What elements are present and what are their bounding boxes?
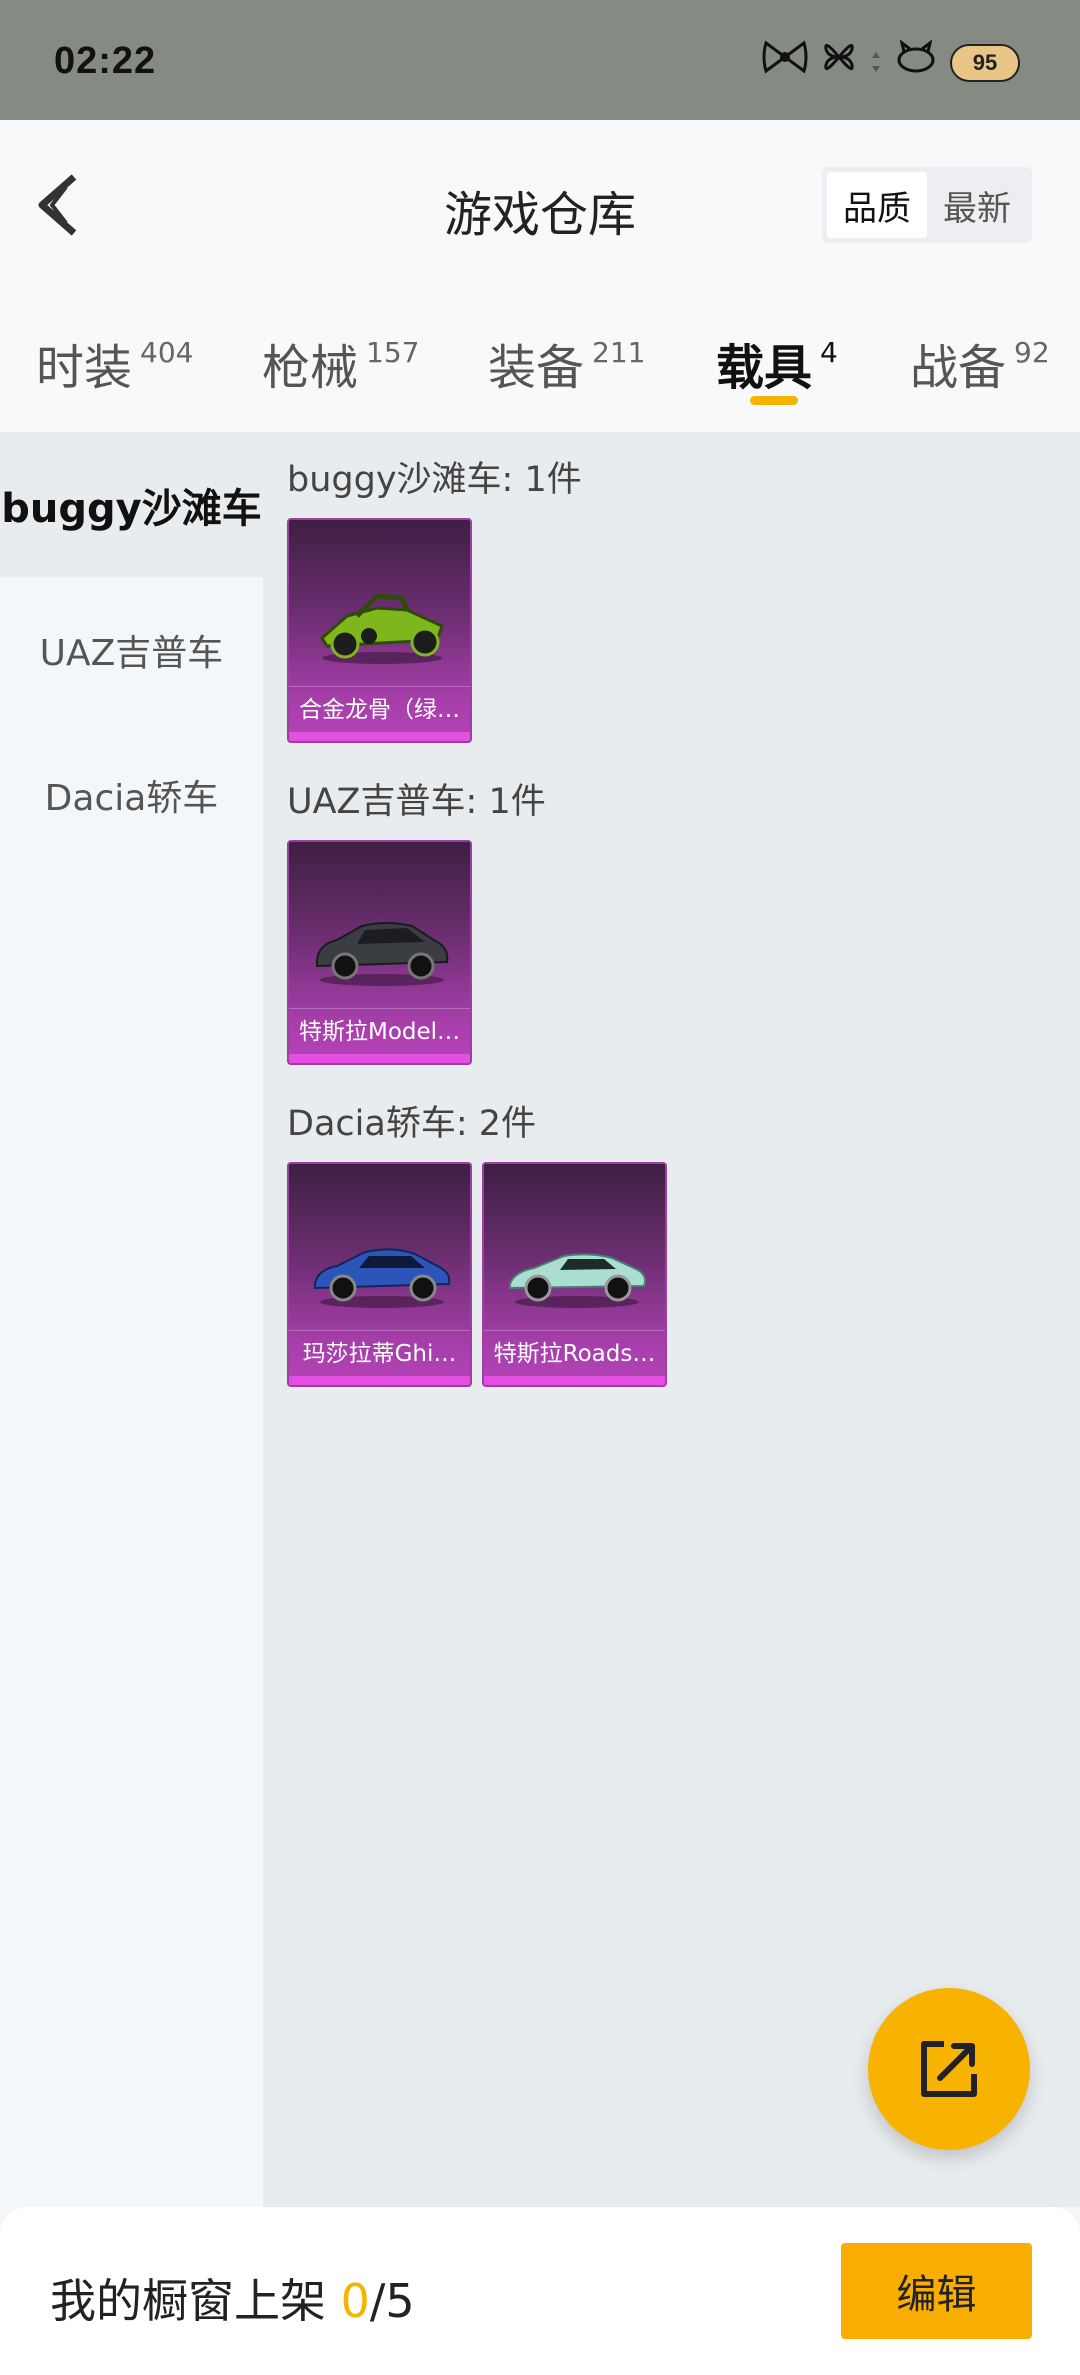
external-link-icon: [921, 2041, 977, 2097]
tab-count: 157: [366, 336, 420, 369]
sort-newest-button[interactable]: 最新: [927, 172, 1027, 238]
group-dacia: Dacia轿车: 2件 玛莎拉蒂Ghi… 特斯拉Roads…: [287, 1094, 667, 1387]
tab-guns[interactable]: 枪械 157: [262, 328, 419, 398]
header: 游戏仓库 品质 最新: [0, 120, 1080, 280]
sidebar-item-uaz[interactable]: UAZ吉普车: [0, 577, 263, 722]
tab-vehicles[interactable]: 载具 4: [716, 328, 838, 398]
tab-count: 4: [820, 336, 838, 369]
showcase-count: 0: [340, 2274, 370, 2328]
item-name: 特斯拉Model…: [289, 1008, 470, 1054]
tab-fashion[interactable]: 时装 404: [36, 328, 193, 398]
tab-equipment[interactable]: 装备 211: [488, 328, 645, 398]
tab-label: 战备: [910, 340, 1007, 396]
tab-label: 载具: [716, 340, 813, 396]
item-card[interactable]: 特斯拉Roads…: [482, 1162, 667, 1387]
sidebar-item-dacia[interactable]: Dacia轿车: [0, 722, 263, 867]
edit-button[interactable]: 编辑: [841, 2243, 1032, 2339]
tab-label: 装备: [488, 340, 585, 396]
suv-car-icon: [316, 922, 449, 986]
status-icons: 95: [762, 37, 1020, 89]
group-title: Dacia轿车: 2件: [287, 1104, 536, 1144]
clock: 02:22: [54, 40, 157, 82]
group-buggy: buggy沙滩车: 1件 合金龙骨（绿…: [287, 450, 582, 743]
showcase-status: 我的橱窗上架 0/5: [50, 2265, 415, 2331]
item-name: 合金龙骨（绿…: [289, 686, 470, 732]
category-tabs: 时装 404 枪械 157 装备 211 载具 4 战备 92: [0, 280, 1080, 432]
item-name: 玛莎拉蒂Ghi…: [289, 1330, 470, 1376]
tab-count: 211: [592, 336, 646, 369]
sidebar-item-buggy[interactable]: buggy沙滩车: [0, 432, 263, 577]
status-bar: 02:22 95: [0, 0, 1080, 120]
tab-count: 92: [1014, 336, 1050, 369]
item-card[interactable]: 特斯拉Model…: [287, 840, 472, 1065]
group-title: UAZ吉普车: 1件: [287, 782, 546, 822]
bottom-bar: 我的橱窗上架 0/5 编辑: [0, 2207, 1080, 2375]
tab-label: 时装: [36, 340, 133, 396]
tab-label: 枪械: [262, 340, 359, 396]
battery-indicator: 95: [950, 44, 1020, 82]
item-name: 特斯拉Roads…: [484, 1330, 665, 1376]
active-tab-indicator: [750, 396, 798, 405]
cat-icon: [896, 39, 936, 86]
item-card[interactable]: 玛莎拉蒂Ghi…: [287, 1162, 472, 1387]
bow-icon: [762, 37, 808, 89]
group-uaz: UAZ吉普车: 1件 特斯拉Model…: [287, 772, 546, 1065]
tab-supplies[interactable]: 战备 92: [910, 328, 1050, 398]
vehicle-list: buggy沙滩车: 1件 合金龙骨（绿… UAZ吉普车: 1件 特斯拉Model…: [263, 432, 1080, 2207]
share-button[interactable]: [868, 1988, 1030, 2150]
roadster-car-icon: [509, 1253, 647, 1308]
item-card[interactable]: 合金龙骨（绿…: [287, 518, 472, 743]
group-title: buggy沙滩车: 1件: [287, 460, 582, 500]
butterfly-icon: [822, 37, 856, 89]
sort-quality-button[interactable]: 品质: [827, 172, 927, 238]
showcase-label: 我的橱窗上架: [50, 2274, 326, 2328]
vehicle-type-sidebar: buggy沙滩车 UAZ吉普车 Dacia轿车: [0, 432, 263, 2207]
signal-icon: [870, 40, 882, 86]
showcase-total: /5: [369, 2274, 415, 2328]
sort-toggle: 品质 最新: [822, 167, 1032, 243]
sedan-car-icon: [314, 1248, 451, 1308]
buggy-car-icon: [320, 593, 444, 664]
tab-count: 404: [140, 336, 194, 369]
